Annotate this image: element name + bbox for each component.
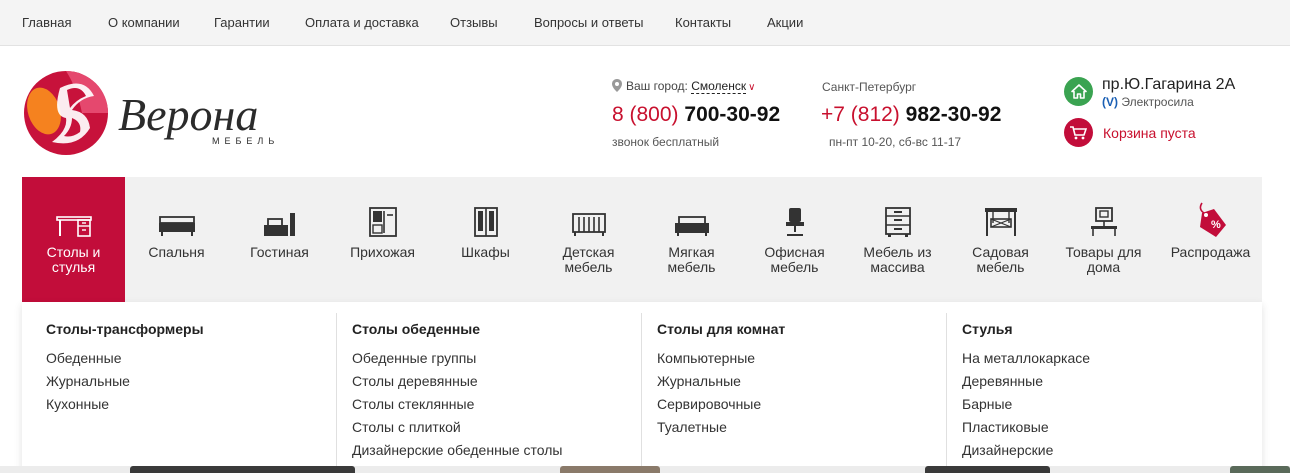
dropdown-link[interactable]: Обеденные группы — [352, 347, 641, 370]
dropdown-link[interactable]: Дизайнерские — [962, 439, 1246, 462]
phone-free-number: 700-30-92 — [684, 103, 781, 126]
nav-promotions[interactable]: Акции — [767, 15, 803, 30]
nav-faq[interactable]: Вопросы и ответы — [534, 15, 643, 30]
store-address[interactable]: пр.Ю.Гагарина 2А — [1102, 76, 1235, 94]
phone-free[interactable]: 8 (800) 700-30-92 — [612, 103, 780, 127]
home-store-icon — [1064, 77, 1093, 106]
tv-stand-icon — [228, 203, 331, 237]
metro-station: (V) Электросила — [1102, 95, 1194, 109]
city-name[interactable]: Смоленск — [691, 79, 747, 94]
category-label: Гостиная — [250, 244, 309, 260]
dropdown-link[interactable]: Обеденные — [46, 347, 336, 370]
dropdown-column-title[interactable]: Столы обеденные — [352, 321, 641, 337]
sale-tag-icon: % — [1159, 199, 1262, 239]
phone-spb-code: +7 (812) — [821, 103, 900, 126]
category-menu: Столы и стулья Спальня Гостиная Прихожая… — [22, 177, 1262, 302]
category-living-room[interactable]: Гостиная — [228, 177, 331, 302]
dropdown-link[interactable]: Журнальные — [46, 370, 336, 393]
sofa-icon — [640, 203, 743, 237]
category-bedroom[interactable]: Спальня — [125, 177, 228, 302]
category-home-goods[interactable]: Товары для дома — [1052, 177, 1155, 302]
nav-home[interactable]: Главная — [22, 15, 71, 30]
dropdown-column: Столы для комнат Компьютерные Журнальные… — [641, 313, 946, 473]
dropdown-column: Стулья На металлокаркасе Деревянные Барн… — [946, 313, 1246, 473]
office-chair-icon — [743, 203, 846, 237]
cart-icon[interactable] — [1064, 118, 1093, 147]
dropdown-link[interactable]: Журнальные — [657, 370, 946, 393]
category-office[interactable]: Офисная мебель — [743, 177, 846, 302]
phone-free-note: звонок бесплатный — [612, 135, 720, 149]
dropdown-link[interactable]: Сервировочные — [657, 393, 946, 416]
dropdown-link[interactable]: Компьютерные — [657, 347, 946, 370]
dropdown-link[interactable]: На металлокаркасе — [962, 347, 1246, 370]
svg-text:Верона: Верона — [118, 89, 258, 140]
dropdown-column: Столы-трансформеры Обеденные Журнальные … — [46, 313, 336, 473]
dropdown-column: Столы обеденные Обеденные группы Столы д… — [336, 313, 641, 473]
dropdown-column-title[interactable]: Столы для комнат — [657, 321, 946, 337]
dropdown-link[interactable]: Столы деревянные — [352, 370, 641, 393]
svg-text:%: % — [1211, 219, 1221, 231]
cart-status[interactable]: Корзина пуста — [1103, 125, 1196, 141]
category-kids[interactable]: Детская мебель — [537, 177, 640, 302]
phone-spb-city: Санкт-Петербург — [822, 80, 917, 94]
phone-spb-hours: пн-пт 10-20, сб-вс 11-17 — [829, 135, 962, 149]
category-hallway[interactable]: Прихожая — [331, 177, 434, 302]
hero-banner-edge — [0, 466, 1290, 473]
dropdown-link[interactable]: Туалетные — [657, 416, 946, 439]
category-solid-wood[interactable]: Мебель из массива — [846, 177, 949, 302]
category-label: Спальня — [148, 244, 205, 260]
nav-payment-delivery[interactable]: Оплата и доставка — [305, 15, 419, 30]
category-label: Шкафы — [461, 244, 510, 260]
site-logo[interactable]: Верона МЕБЕЛЬ — [22, 68, 312, 158]
nav-guarantees[interactable]: Гарантии — [214, 15, 270, 30]
category-label: Распродажа — [1170, 244, 1251, 260]
category-tables-chairs[interactable]: Столы и стулья — [22, 177, 125, 302]
nav-reviews[interactable]: Отзывы — [450, 15, 498, 30]
category-label: Прихожая — [350, 244, 415, 260]
bed-icon — [125, 203, 228, 237]
crib-icon — [537, 203, 640, 237]
top-navigation: Главная О компании Гарантии Оплата и дос… — [0, 0, 1290, 46]
nav-about[interactable]: О компании — [108, 15, 180, 30]
home-goods-icon — [1052, 203, 1155, 237]
category-label: Садовая мебель — [972, 244, 1029, 275]
category-garden[interactable]: Садовая мебель — [949, 177, 1052, 302]
category-dropdown: Столы-трансформеры Обеденные Журнальные … — [22, 302, 1262, 473]
category-wardrobes[interactable]: Шкафы — [434, 177, 537, 302]
phone-spb[interactable]: +7 (812) 982-30-92 — [821, 103, 1001, 127]
category-upholstered[interactable]: Мягкая мебель — [640, 177, 743, 302]
location-pin-icon — [612, 79, 622, 95]
category-label: Офисная мебель — [764, 244, 825, 275]
metro-icon: (V) — [1102, 95, 1118, 109]
dropdown-link[interactable]: Барные — [962, 393, 1246, 416]
category-label: Мягкая мебель — [667, 244, 716, 275]
dropdown-link[interactable]: Пластиковые — [962, 416, 1246, 439]
city-selector[interactable]: Ваш город: Смоленск ∨ — [612, 79, 755, 95]
dresser-icon — [846, 203, 949, 237]
dropdown-link[interactable]: Деревянные — [962, 370, 1246, 393]
wardrobe-icon — [434, 203, 537, 237]
dropdown-link[interactable]: Столы с плиткой — [352, 416, 641, 439]
phone-free-code: 8 (800) — [612, 103, 679, 126]
dropdown-column-title[interactable]: Стулья — [962, 321, 1246, 337]
phone-spb-number: 982-30-92 — [905, 103, 1002, 126]
hallway-icon — [331, 203, 434, 237]
svg-text:МЕБЕЛЬ: МЕБЕЛЬ — [212, 136, 279, 146]
logo-mark: Верона МЕБЕЛЬ — [24, 71, 279, 155]
city-label: Ваш город: — [626, 79, 688, 93]
dropdown-link[interactable]: Столы стеклянные — [352, 393, 641, 416]
dropdown-link[interactable]: Кухонные — [46, 393, 336, 416]
table-icon — [22, 203, 125, 237]
metro-station-name: Электросила — [1121, 95, 1194, 109]
category-label: Товары для дома — [1065, 244, 1142, 275]
nav-contacts[interactable]: Контакты — [675, 15, 731, 30]
category-label: Мебель из массива — [863, 244, 932, 275]
chevron-down-icon[interactable]: ∨ — [748, 82, 755, 93]
category-label: Столы и стулья — [46, 244, 101, 275]
dropdown-link[interactable]: Дизайнерские обеденные столы — [352, 439, 641, 462]
category-label: Детская мебель — [562, 244, 615, 275]
garden-swing-icon — [949, 203, 1052, 237]
category-sale[interactable]: % Распродажа — [1159, 177, 1262, 302]
dropdown-column-title[interactable]: Столы-трансформеры — [46, 321, 336, 337]
